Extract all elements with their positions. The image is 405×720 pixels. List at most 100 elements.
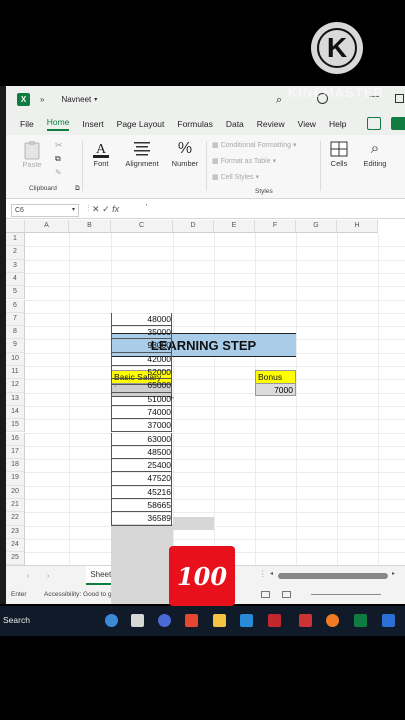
- salary-cell[interactable]: 58665: [111, 499, 172, 513]
- salary-cell[interactable]: 45216: [111, 485, 172, 499]
- salary-cell[interactable]: 65000: [111, 379, 172, 393]
- alignment-button[interactable]: Alignment: [122, 139, 162, 168]
- firefox-icon[interactable]: [326, 614, 339, 627]
- cell-styles-button[interactable]: ▦ Cell Styles ▾: [212, 173, 259, 181]
- salary-cell[interactable]: 35000: [111, 326, 172, 340]
- tab-data[interactable]: Data: [226, 119, 244, 129]
- salary-cell[interactable]: 48500: [111, 445, 172, 460]
- row-header[interactable]: 4: [6, 272, 25, 287]
- row-header[interactable]: 19: [6, 472, 25, 486]
- tab-insert[interactable]: Insert: [82, 119, 103, 129]
- office-icon[interactable]: [185, 614, 198, 627]
- tab-formulas[interactable]: Formulas: [177, 119, 212, 129]
- scroll-left-icon[interactable]: ◂: [270, 570, 273, 577]
- accessibility-status[interactable]: Accessibility: Good to go: [44, 586, 115, 603]
- tab-home[interactable]: Home: [46, 117, 70, 131]
- teams-icon[interactable]: [158, 614, 171, 627]
- row-header[interactable]: 13: [6, 392, 25, 406]
- font-button[interactable]: A Font: [88, 139, 114, 168]
- scroll-right-icon[interactable]: ▸: [392, 570, 395, 577]
- row-header[interactable]: 7: [6, 312, 25, 327]
- tab-view[interactable]: View: [298, 119, 316, 129]
- zoom-slider[interactable]: [311, 594, 381, 595]
- salary-cell[interactable]: 42000: [111, 352, 172, 366]
- row-header[interactable]: 10: [6, 352, 25, 366]
- file-name[interactable]: Navneet: [61, 95, 91, 104]
- salary-cell[interactable]: 25400: [111, 459, 172, 473]
- copy-icon[interactable]: ⧉: [55, 154, 61, 164]
- format-painter-icon[interactable]: ✎: [55, 168, 62, 177]
- tab-page-layout[interactable]: Page Layout: [117, 119, 165, 129]
- file-name-chevron-icon[interactable]: ▾: [94, 96, 97, 103]
- restore-icon[interactable]: [395, 94, 404, 103]
- row-header[interactable]: 12: [6, 379, 25, 393]
- salary-cell[interactable]: 63000: [111, 432, 172, 446]
- name-box-dropdown-icon[interactable]: ▾: [72, 205, 75, 216]
- row-header[interactable]: 3: [6, 259, 25, 273]
- normal-view-icon[interactable]: [261, 591, 270, 598]
- prev-sheet-icon[interactable]: ‹: [27, 571, 30, 580]
- mcafee-icon[interactable]: [268, 614, 281, 627]
- row-header[interactable]: 5: [6, 286, 25, 300]
- salary-cell[interactable]: 51000: [111, 392, 172, 406]
- sheet-more-icon[interactable]: ⋮: [259, 569, 267, 578]
- next-sheet-icon[interactable]: ›: [47, 571, 50, 580]
- row-header[interactable]: 23: [6, 525, 25, 539]
- column-header[interactable]: D: [173, 220, 214, 233]
- salary-cell[interactable]: 36589: [111, 512, 172, 526]
- search-icon[interactable]: ⌕: [276, 94, 282, 107]
- row-header[interactable]: 11: [6, 366, 25, 380]
- column-header[interactable]: H: [337, 220, 378, 233]
- cancel-icon[interactable]: ✕: [92, 204, 100, 214]
- row-header[interactable]: 6: [6, 299, 25, 313]
- column-header[interactable]: F: [255, 220, 296, 233]
- row-header[interactable]: 1: [6, 233, 25, 247]
- salary-cell[interactable]: 47520: [111, 472, 172, 486]
- number-button[interactable]: % Number: [168, 139, 202, 168]
- bonus-value-cell[interactable]: 7000: [255, 383, 296, 396]
- row-header[interactable]: 24: [6, 538, 25, 553]
- row-header[interactable]: 8: [6, 326, 25, 340]
- column-header[interactable]: G: [296, 220, 337, 233]
- store-icon[interactable]: [240, 614, 253, 627]
- horizontal-scrollbar[interactable]: [278, 573, 388, 579]
- format-as-table-button[interactable]: ▦ Format as Table ▾: [212, 157, 276, 165]
- tab-file[interactable]: File: [20, 119, 34, 129]
- column-header[interactable]: A: [25, 220, 69, 233]
- formula-input[interactable]: ': [146, 204, 147, 211]
- salary-cell[interactable]: 93000: [111, 339, 172, 353]
- row-header[interactable]: 16: [6, 432, 25, 446]
- row-header[interactable]: 21: [6, 499, 25, 513]
- conditional-formatting-button[interactable]: ▦ Conditional Formatting ▾: [212, 141, 296, 149]
- select-all-corner[interactable]: [6, 220, 25, 233]
- cut-icon[interactable]: ✂: [55, 140, 63, 151]
- task-view-icon[interactable]: [131, 614, 144, 627]
- row-header[interactable]: 14: [6, 405, 25, 420]
- spreadsheet-grid[interactable]: LEARNING STEP Basic Salary Bonus 7000 ˈ …: [6, 220, 405, 604]
- row-header[interactable]: 17: [6, 445, 25, 460]
- security-icon[interactable]: [299, 614, 312, 627]
- excel-taskbar-icon[interactable]: [354, 614, 367, 627]
- row-header[interactable]: 25: [6, 552, 25, 566]
- tab-help[interactable]: Help: [329, 119, 346, 129]
- paste-button[interactable]: Paste: [18, 140, 46, 169]
- insert-function-icon[interactable]: fx: [112, 204, 119, 214]
- row-header[interactable]: 15: [6, 419, 25, 433]
- row-header[interactable]: 22: [6, 512, 25, 526]
- name-box[interactable]: C6 ▾: [11, 204, 79, 217]
- salary-cell[interactable]: 52000: [111, 366, 172, 380]
- bing-icon[interactable]: [105, 614, 118, 627]
- clipboard-launcher-icon[interactable]: ⧉: [75, 185, 80, 193]
- comments-icon[interactable]: [367, 117, 381, 130]
- app-taskbar-icon[interactable]: [382, 614, 395, 627]
- row-header[interactable]: 9: [6, 339, 25, 353]
- share-icon[interactable]: [391, 117, 405, 130]
- page-layout-view-icon[interactable]: [282, 591, 291, 598]
- tab-review[interactable]: Review: [257, 119, 285, 129]
- column-header[interactable]: B: [69, 220, 111, 233]
- enter-icon[interactable]: ✓: [102, 204, 110, 214]
- column-header[interactable]: C: [111, 220, 173, 233]
- row-header[interactable]: 2: [6, 246, 25, 260]
- salary-cell[interactable]: 48000: [111, 312, 172, 327]
- salary-cell[interactable]: 37000: [111, 419, 172, 433]
